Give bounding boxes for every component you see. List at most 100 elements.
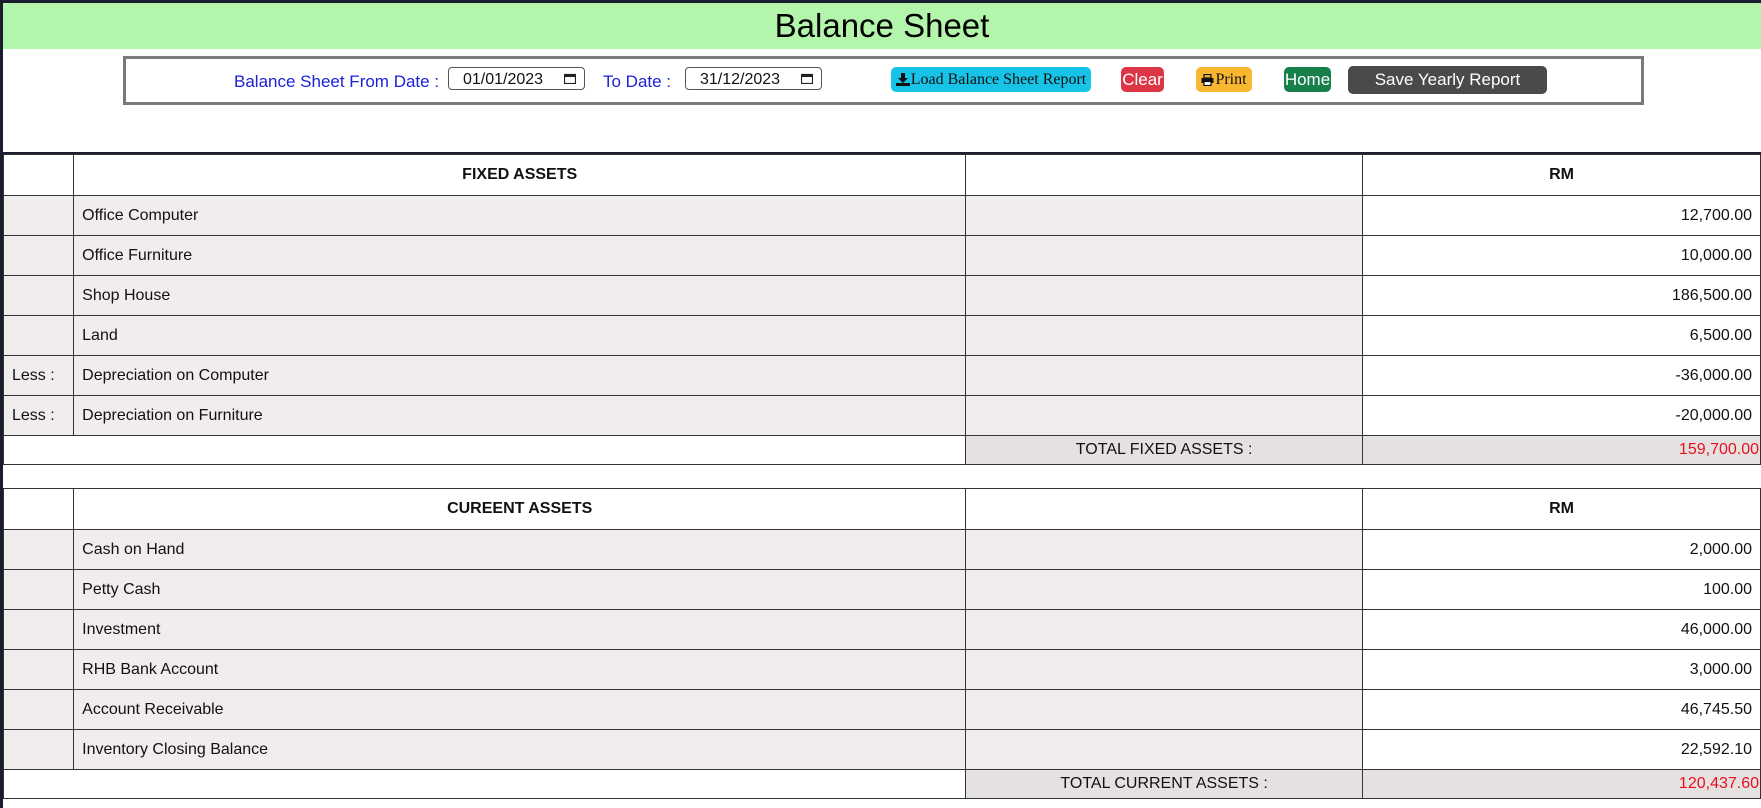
- account-name: Land: [73, 315, 967, 356]
- table-row: Inventory Closing Balance 22,592.10: [2, 729, 1761, 770]
- account-amount: 3,000.00: [1362, 649, 1761, 690]
- total-fixed-assets-label: TOTAL FIXED ASSETS :: [965, 435, 1364, 465]
- header-blank-cell: [965, 488, 1364, 530]
- home-button-label: Home: [1284, 70, 1331, 89]
- currency-header: RM: [1362, 488, 1761, 530]
- currency-header: RM: [1362, 154, 1761, 196]
- clear-button-label: Clear: [1122, 70, 1163, 89]
- account-name: Depreciation on Computer: [73, 355, 967, 396]
- table-row: Less : Depreciation on Computer -36,000.…: [2, 355, 1761, 396]
- print-button[interactable]: Print: [1196, 67, 1252, 92]
- account-amount: 6,500.00: [1362, 315, 1761, 356]
- from-date-value: 01/01/2023: [463, 71, 544, 88]
- table-row: Less : Depreciation on Furniture -20,000…: [2, 395, 1761, 436]
- fixed-assets-header: FIXED ASSETS: [73, 154, 967, 196]
- account-name: Depreciation on Furniture: [73, 395, 967, 436]
- row-blank-cell: [965, 649, 1364, 690]
- table-row: Investment 46,000.00: [2, 609, 1761, 650]
- row-blank-cell: [965, 529, 1364, 570]
- account-name: Office Furniture: [73, 235, 967, 276]
- home-button[interactable]: Home: [1284, 67, 1331, 92]
- account-name: Petty Cash: [73, 569, 967, 610]
- print-icon: [1201, 73, 1214, 87]
- row-prefix: [2, 315, 75, 356]
- from-date-input[interactable]: 01/01/2023: [448, 67, 585, 90]
- row-blank-cell: [965, 569, 1364, 610]
- account-name: RHB Bank Account: [73, 649, 967, 690]
- table-row: Office Computer 12,700.00: [2, 195, 1761, 236]
- report-toolbar: Balance Sheet From Date : 01/01/2023 To …: [123, 56, 1644, 105]
- row-blank-cell: [965, 275, 1364, 316]
- save-button-label: Save Yearly Report: [1374, 70, 1521, 89]
- page-title: Balance Sheet: [3, 3, 1761, 49]
- to-date-input[interactable]: 31/12/2023: [685, 67, 822, 90]
- account-amount: 100.00: [1362, 569, 1761, 610]
- total-fixed-assets-value: 159,700.00: [1362, 435, 1761, 465]
- fixed-assets-table: FIXED ASSETS RM Office Computer 12,700.0…: [2, 154, 1761, 465]
- table-row: Petty Cash 100.00: [2, 569, 1761, 610]
- total-current-assets-label: TOTAL CURRENT ASSETS :: [965, 769, 1364, 799]
- header-blank-cell: [965, 154, 1364, 196]
- account-amount: 46,000.00: [1362, 609, 1761, 650]
- account-name: Shop House: [73, 275, 967, 316]
- total-row: TOTAL FIXED ASSETS : 159,700.00: [2, 435, 1761, 465]
- table-row: Office Furniture 10,000.00: [2, 235, 1761, 276]
- row-prefix: [2, 569, 75, 610]
- row-prefix: [2, 609, 75, 650]
- account-name: Investment: [73, 609, 967, 650]
- save-yearly-report-button[interactable]: Save Yearly Report: [1348, 66, 1547, 94]
- table-header-row: FIXED ASSETS RM: [2, 154, 1761, 196]
- calendar-icon[interactable]: [801, 73, 813, 84]
- table-row: Shop House 186,500.00: [2, 275, 1761, 316]
- account-amount: 12,700.00: [1362, 195, 1761, 236]
- row-prefix: [2, 195, 75, 236]
- row-prefix: [2, 235, 75, 276]
- table-row: Land 6,500.00: [2, 315, 1761, 356]
- account-name: Inventory Closing Balance: [73, 729, 967, 770]
- account-amount: -20,000.00: [1362, 395, 1761, 436]
- account-amount: 10,000.00: [1362, 235, 1761, 276]
- account-name: Office Computer: [73, 195, 967, 236]
- current-assets-header: CUREENT ASSETS: [73, 488, 967, 530]
- row-prefix: [2, 529, 75, 570]
- to-date-value: 31/12/2023: [700, 71, 781, 88]
- account-amount: 46,745.50: [1362, 689, 1761, 730]
- calendar-icon[interactable]: [564, 73, 576, 84]
- download-icon: [895, 73, 910, 86]
- table-row: RHB Bank Account 3,000.00: [2, 649, 1761, 690]
- header-prefix-cell: [2, 154, 75, 196]
- row-blank-cell: [965, 395, 1364, 436]
- print-button-label: Print: [1215, 71, 1247, 88]
- row-prefix: [2, 649, 75, 690]
- account-name: Cash on Hand: [73, 529, 967, 570]
- table-header-row: CUREENT ASSETS RM: [2, 488, 1761, 530]
- row-prefix: [2, 729, 75, 770]
- row-blank-cell: [965, 355, 1364, 396]
- total-blank-cell: [2, 769, 966, 799]
- current-assets-table: CUREENT ASSETS RM Cash on Hand 2,000.00 …: [2, 488, 1761, 799]
- total-current-assets-value: 120,437.60: [1362, 769, 1761, 799]
- row-prefix: Less :: [2, 355, 75, 396]
- total-blank-cell: [2, 435, 966, 465]
- from-date-label: Balance Sheet From Date :: [234, 72, 440, 91]
- row-blank-cell: [965, 689, 1364, 730]
- account-amount: 186,500.00: [1362, 275, 1761, 316]
- table-row: Account Receivable 46,745.50: [2, 689, 1761, 730]
- header-prefix-cell: [2, 488, 75, 530]
- load-balance-sheet-button[interactable]: Load Balance Sheet Report: [891, 67, 1091, 92]
- load-button-label: Load Balance Sheet Report: [910, 71, 1087, 88]
- clear-button[interactable]: Clear: [1121, 67, 1164, 92]
- row-blank-cell: [965, 315, 1364, 356]
- account-amount: 22,592.10: [1362, 729, 1761, 770]
- row-blank-cell: [965, 195, 1364, 236]
- table-row: Cash on Hand 2,000.00: [2, 529, 1761, 570]
- row-prefix: [2, 689, 75, 730]
- account-name: Account Receivable: [73, 689, 967, 730]
- total-row: TOTAL CURRENT ASSETS : 120,437.60: [2, 769, 1761, 799]
- row-blank-cell: [965, 729, 1364, 770]
- row-blank-cell: [965, 609, 1364, 650]
- row-prefix: [2, 275, 75, 316]
- account-amount: -36,000.00: [1362, 355, 1761, 396]
- account-amount: 2,000.00: [1362, 529, 1761, 570]
- row-blank-cell: [965, 235, 1364, 276]
